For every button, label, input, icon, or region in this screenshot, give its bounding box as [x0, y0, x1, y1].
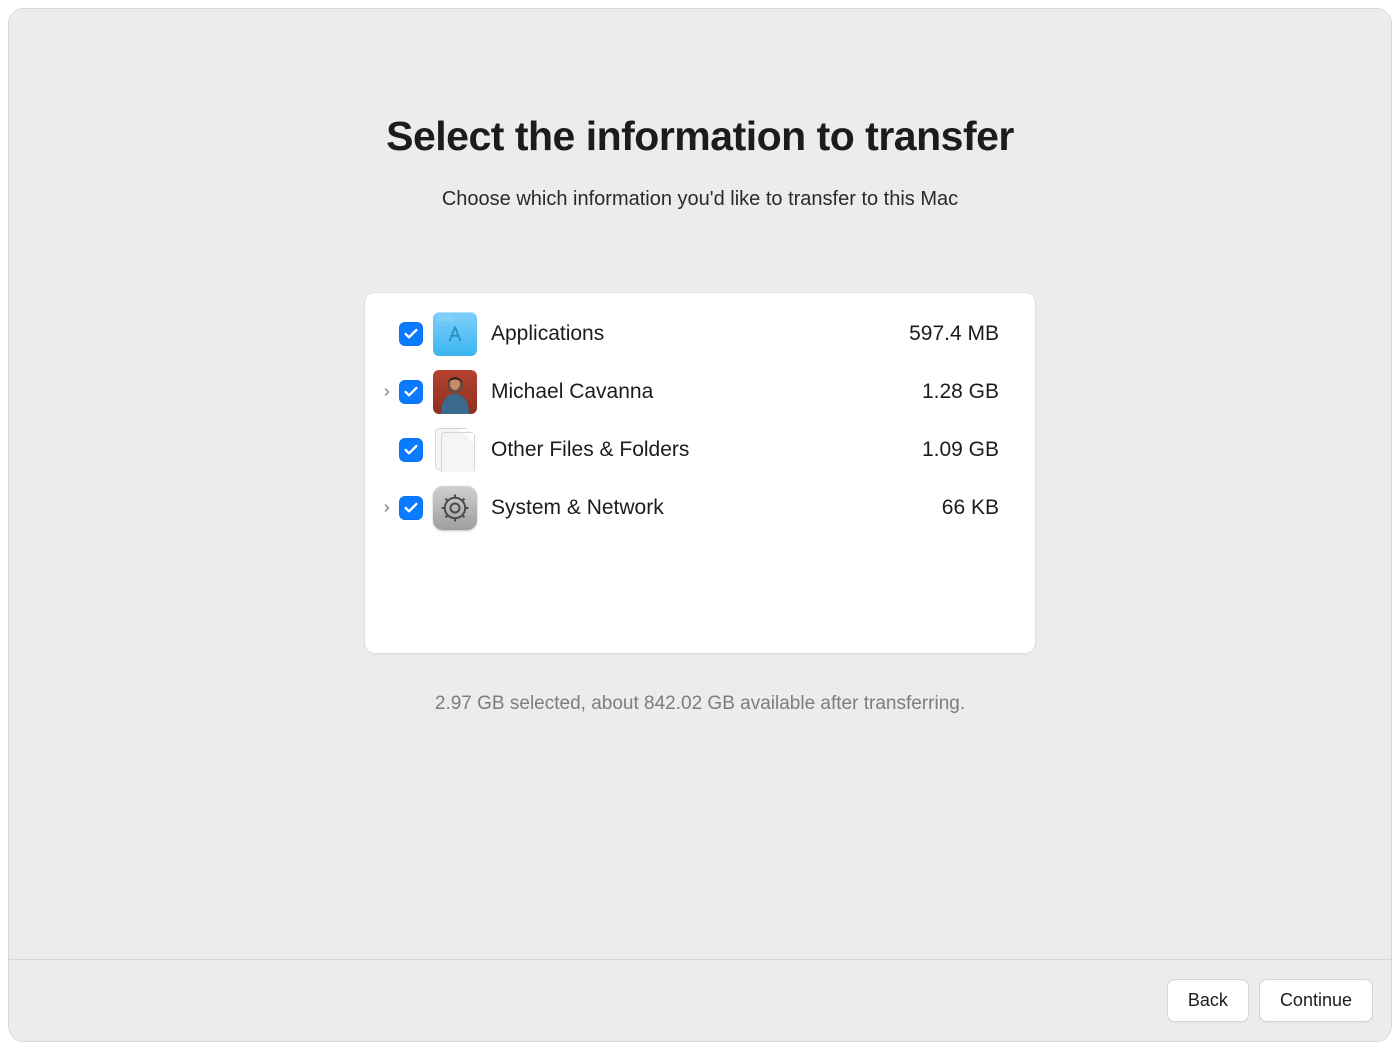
- content-area: Select the information to transfer Choos…: [9, 9, 1391, 1041]
- list-item[interactable]: Other Files & Folders 1.09 GB: [365, 421, 1035, 479]
- checkmark-icon: [403, 500, 419, 516]
- migration-assistant-window: Select the information to transfer Choos…: [8, 8, 1392, 1042]
- list-item[interactable]: System & Network 66 KB: [365, 479, 1035, 537]
- item-size: 1.28 GB: [922, 380, 999, 404]
- item-label: Other Files & Folders: [491, 438, 922, 462]
- status-text: 2.97 GB selected, about 842.02 GB availa…: [435, 693, 965, 715]
- item-label: System & Network: [491, 496, 942, 520]
- item-checkbox[interactable]: [399, 380, 423, 404]
- item-checkbox[interactable]: [399, 322, 423, 346]
- item-size: 66 KB: [942, 496, 999, 520]
- person-silhouette-icon: [433, 370, 477, 414]
- list-item[interactable]: Michael Cavanna 1.28 GB: [365, 363, 1035, 421]
- chevron-right-icon: [381, 386, 393, 398]
- disclosure-triangle[interactable]: [375, 502, 399, 514]
- disclosure-triangle[interactable]: [375, 386, 399, 398]
- checkmark-icon: [403, 326, 419, 342]
- page-title: Select the information to transfer: [386, 113, 1014, 160]
- item-label: Michael Cavanna: [491, 380, 922, 404]
- item-size: 597.4 MB: [909, 322, 999, 346]
- gear-icon: [438, 491, 472, 525]
- apps-folder-icon: [433, 312, 477, 356]
- item-checkbox[interactable]: [399, 496, 423, 520]
- item-checkbox[interactable]: [399, 438, 423, 462]
- page-subtitle: Choose which information you'd like to t…: [442, 188, 958, 211]
- button-bar: Back Continue: [9, 959, 1391, 1041]
- checkmark-icon: [403, 384, 419, 400]
- transfer-items-list: Applications 597.4 MB: [365, 293, 1035, 653]
- documents-icon: [433, 428, 477, 472]
- list-item[interactable]: Applications 597.4 MB: [365, 305, 1035, 363]
- a-glyph-icon: [444, 323, 466, 345]
- item-size: 1.09 GB: [922, 438, 999, 462]
- item-label: Applications: [491, 322, 909, 346]
- chevron-right-icon: [381, 502, 393, 514]
- back-button[interactable]: Back: [1167, 979, 1249, 1022]
- user-avatar-icon: [433, 370, 477, 414]
- system-prefs-icon: [433, 486, 477, 530]
- continue-button[interactable]: Continue: [1259, 979, 1373, 1022]
- checkmark-icon: [403, 442, 419, 458]
